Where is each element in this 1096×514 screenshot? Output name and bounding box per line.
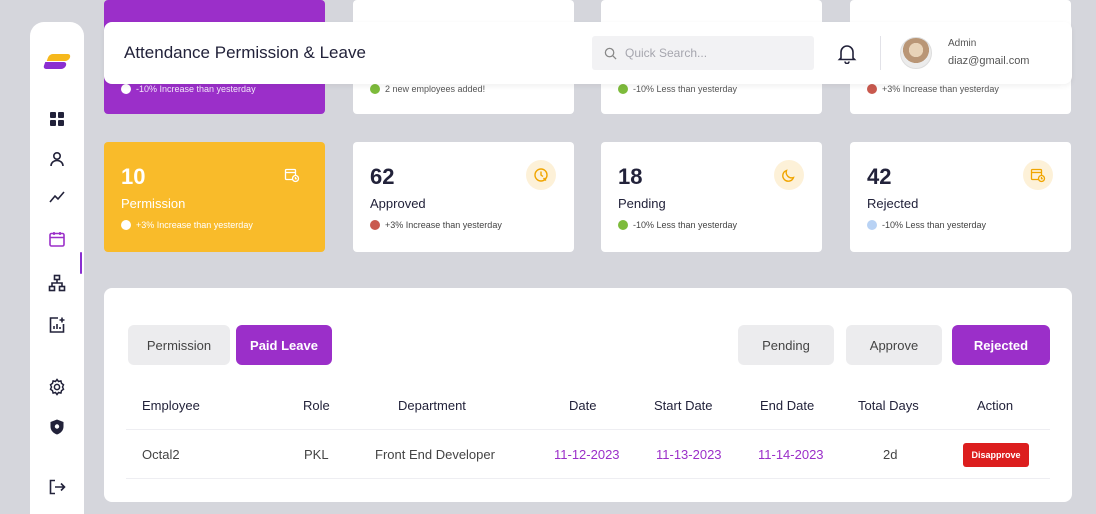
settings-icon[interactable] (46, 376, 68, 398)
tab-paid-leave[interactable]: Paid Leave (236, 325, 332, 365)
stat-card-permission[interactable]: 10 Permission +3% Increase than yesterda… (104, 142, 325, 252)
logout-icon[interactable] (46, 476, 68, 498)
calendar-clock-icon (1023, 160, 1053, 190)
bell-icon[interactable] (836, 42, 858, 65)
header-divider (880, 36, 881, 70)
column-header: Date (569, 398, 597, 413)
active-nav-indicator (80, 252, 82, 274)
moon-icon (774, 160, 804, 190)
shield-icon[interactable] (46, 416, 68, 438)
column-header: Start Date (654, 398, 713, 413)
column-header: End Date (760, 398, 815, 413)
disapprove-button[interactable]: Disapprove (963, 443, 1029, 467)
trend-dot-icon (867, 220, 877, 230)
filter-approve-button[interactable]: Approve (846, 325, 942, 365)
avatar[interactable] (900, 37, 932, 69)
stat-label: Approved (370, 196, 426, 211)
cell-employee: Octal2 (142, 447, 180, 462)
column-header: Action (977, 398, 1014, 413)
page-title: Attendance Permission & Leave (124, 43, 366, 62)
stat-label: Pending (618, 196, 666, 211)
stat-card-rejected[interactable]: 42 Rejected -10% Less than yesterday (850, 142, 1071, 252)
trend-text: +3% Increase than yesterday (136, 220, 253, 230)
cell-role: PKL (304, 447, 329, 462)
stat-number: 62 (370, 164, 395, 189)
trend-text: +3% Increase than yesterday (882, 84, 999, 94)
cell-department: Front End Developer (375, 447, 495, 462)
stat-card-approved[interactable]: 62 Approved +3% Increase than yesterday (353, 142, 574, 252)
cell-start-date: 11-13-2023 (656, 447, 722, 462)
stat-number: 42 (867, 164, 892, 189)
calendar-clock-icon (277, 160, 307, 190)
admin-name: Admin (948, 38, 977, 49)
trend-dot-icon (121, 220, 131, 230)
column-header: Role (303, 398, 330, 413)
search-input[interactable] (625, 46, 795, 60)
clock-cancel-icon (526, 160, 556, 190)
trend-dot-icon (370, 84, 380, 94)
stat-number: 10 (121, 164, 146, 189)
admin-email: diaz@gmail.com (948, 55, 1030, 67)
row-divider (126, 429, 1050, 430)
dashboard-icon[interactable] (46, 108, 68, 130)
trend-text: -10% Less than yesterday (882, 220, 987, 230)
row-divider (126, 478, 1050, 479)
trend-dot-icon (618, 220, 628, 230)
sidebar (30, 22, 84, 514)
trend-text: 2 new employees added! (385, 84, 486, 94)
trend-dot-icon (618, 84, 628, 94)
calendar-icon[interactable] (46, 228, 68, 250)
search-box[interactable] (592, 36, 814, 70)
app-logo[interactable] (42, 54, 72, 70)
page-header: Attendance Permission & Leave Admin diaz… (104, 22, 1072, 84)
trend-text: -10% Less than yesterday (633, 220, 738, 230)
column-header: Department (398, 398, 466, 413)
analytics-icon[interactable] (46, 186, 68, 208)
stat-label: Permission (121, 196, 186, 211)
trend-text: -10% Less than yesterday (633, 84, 738, 94)
stat-label: Rejected (867, 196, 919, 211)
cell-date: 11-12-2023 (554, 447, 620, 462)
tab-permission[interactable]: Permission (128, 325, 230, 365)
leave-panel: Permission Paid Leave Pending Approve Re… (104, 288, 1072, 502)
user-icon[interactable] (46, 148, 68, 170)
trend-text: +3% Increase than yesterday (385, 220, 502, 230)
stat-number: 18 (618, 164, 643, 189)
trend-dot-icon (121, 84, 131, 94)
search-icon (604, 47, 617, 60)
trend-dot-icon (867, 84, 877, 94)
filter-pending-button[interactable]: Pending (738, 325, 834, 365)
org-chart-icon[interactable] (46, 272, 68, 294)
trend-dot-icon (370, 220, 380, 230)
report-add-icon[interactable] (46, 314, 68, 336)
cell-end-date: 11-14-2023 (758, 447, 824, 462)
filter-rejected-button[interactable]: Rejected (952, 325, 1050, 365)
cell-total-days: 2d (883, 447, 898, 462)
stat-card-pending[interactable]: 18 Pending -10% Less than yesterday (601, 142, 822, 252)
column-header: Total Days (858, 398, 919, 413)
column-header: Employee (142, 398, 200, 413)
trend-text: -10% Increase than yesterday (136, 84, 256, 94)
